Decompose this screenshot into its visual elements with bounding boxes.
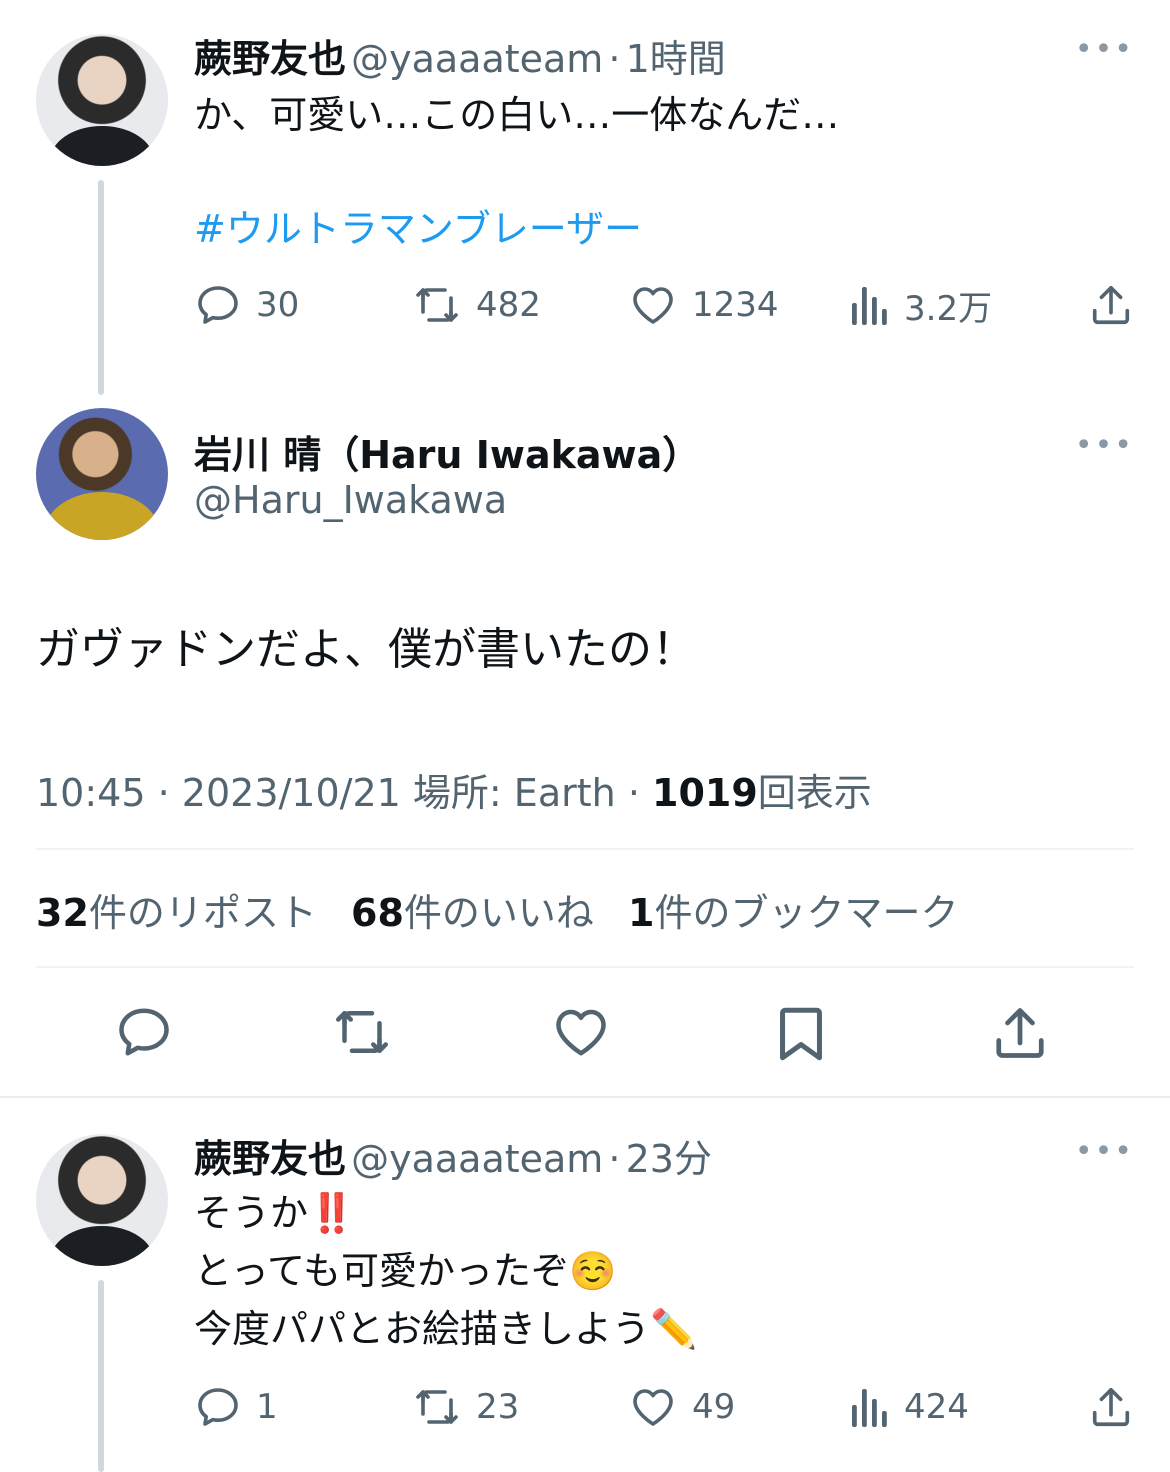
reply-count: 1 (256, 1387, 278, 1427)
like-icon (628, 281, 678, 329)
text-line: とっても可愛かったぞ☺️ (194, 1242, 697, 1300)
thread-line (98, 180, 104, 395)
views-icon (850, 283, 890, 327)
tweet-text: か、可愛い…この白い…一体なんだ… (194, 93, 840, 137)
bookmarks-label: 件のブックマーク (654, 891, 959, 935)
text-line-3: 今度パパとお絵描きしよう (194, 1307, 651, 1351)
handle[interactable]: @yaaaateam (351, 37, 603, 81)
action-bar: 30 482 1234 3.2万 (190, 280, 1134, 330)
separator: · (608, 1137, 621, 1181)
repost-count: 23 (476, 1387, 520, 1427)
like-icon (628, 1383, 678, 1431)
views-icon (850, 1385, 890, 1429)
bookmarks-stat[interactable]: 1件のブックマーク (628, 891, 958, 935)
repost-count: 482 (476, 285, 541, 325)
repost-icon (412, 1383, 462, 1431)
repost-icon (412, 281, 462, 329)
views-button[interactable]: 3.2万 (850, 281, 992, 330)
avatar[interactable] (36, 1134, 168, 1266)
bookmark-icon[interactable] (772, 1002, 830, 1066)
timestamp[interactable]: 23分 (626, 1137, 712, 1181)
share-button[interactable] (1088, 281, 1134, 329)
hashtag-link[interactable]: #ウルトラマンブレーザー (194, 200, 642, 258)
text-line-2: とっても可愛かったぞ (194, 1249, 570, 1293)
display-name[interactable]: 蕨野友也 (194, 37, 346, 81)
tweet-text: ガヴァドンだよ、僕が書いたの！ (36, 624, 696, 675)
reposts-stat[interactable]: 32件のリポスト (36, 891, 329, 935)
divider (0, 1096, 1170, 1098)
action-bar: 1 23 49 424 (190, 1382, 1134, 1432)
views-count: 424 (904, 1387, 969, 1427)
likes-stat[interactable]: 68件のいいね (351, 891, 606, 935)
share-icon[interactable] (990, 1002, 1050, 1064)
reposts-label: 件のリポスト (88, 891, 317, 935)
avatar[interactable] (36, 408, 168, 540)
repost-icon[interactable] (330, 1002, 394, 1062)
reply-icon[interactable] (114, 1002, 174, 1062)
reply-button[interactable]: 1 (194, 1383, 278, 1431)
likes-label: 件のいいね (403, 891, 594, 935)
more-icon[interactable]: ••• (1075, 428, 1134, 463)
divider (36, 848, 1134, 850)
likes-number: 68 (351, 891, 404, 935)
handle[interactable]: @Haru_Iwakawa (194, 478, 507, 522)
bookmarks-number: 1 (628, 891, 655, 935)
views-button[interactable]: 424 (850, 1385, 969, 1429)
tweet-location: 場所: Earth (412, 771, 616, 815)
tweet-date[interactable]: 2023/10/21 (182, 771, 401, 815)
engagement-stats: 32件のリポスト 68件のいいね 1件のブックマーク (36, 882, 958, 937)
tweet-time[interactable]: 10:45 (36, 771, 146, 815)
repost-button[interactable]: 23 (412, 1383, 519, 1431)
separator: · (627, 771, 640, 815)
tweet-header: 蕨野友也 @yaaaateam · 1時間 (194, 28, 726, 83)
divider (36, 966, 1134, 968)
reply-count: 30 (256, 285, 300, 325)
tweet-text: そうか‼️ とっても可愛かったぞ☺️ 今度パパとお絵描きしよう✏️ (194, 1184, 697, 1358)
text-line: 今度パパとお絵描きしよう✏️ (194, 1300, 697, 1358)
smiling-face-icon: ☺️ (569, 1249, 617, 1293)
like-button[interactable]: 49 (628, 1383, 735, 1431)
like-count: 49 (692, 1387, 736, 1427)
display-name[interactable]: 蕨野友也 (194, 1137, 346, 1181)
separator: · (608, 37, 621, 81)
reply-icon (194, 281, 242, 329)
handle[interactable]: @yaaaateam (351, 1137, 603, 1181)
reply-button[interactable]: 30 (194, 281, 299, 329)
text-line-1: そうか (194, 1191, 309, 1235)
pencil-icon: ✏️ (650, 1307, 698, 1351)
repost-button[interactable]: 482 (412, 281, 541, 329)
views-count: 3.2万 (904, 288, 993, 329)
share-icon (1088, 281, 1134, 329)
views-number: 1019 (652, 771, 758, 815)
display-name[interactable]: 岩川 晴（Haru Iwakawa） (194, 424, 700, 479)
like-count: 1234 (692, 285, 779, 325)
like-button[interactable]: 1234 (628, 281, 779, 329)
reply-icon (194, 1383, 242, 1431)
text-line: そうか‼️ (194, 1184, 697, 1242)
share-icon (1088, 1383, 1134, 1431)
thread-line (98, 1280, 104, 1472)
tweet-meta: 10:45 · 2023/10/21 場所: Earth · 1019回表示 (36, 762, 872, 817)
share-button[interactable] (1088, 1383, 1134, 1431)
tweet-header: 蕨野友也 @yaaaateam · 23分 (194, 1128, 712, 1183)
reposts-number: 32 (36, 891, 89, 935)
like-icon[interactable] (550, 1002, 612, 1062)
timestamp[interactable]: 1時間 (626, 37, 726, 81)
separator: · (157, 771, 170, 815)
more-icon[interactable]: ••• (1075, 32, 1134, 67)
avatar[interactable] (36, 34, 168, 166)
views-label: 回表示 (757, 771, 872, 815)
more-icon[interactable]: ••• (1075, 1134, 1134, 1169)
double-exclamation-icon: ‼️ (308, 1191, 356, 1235)
